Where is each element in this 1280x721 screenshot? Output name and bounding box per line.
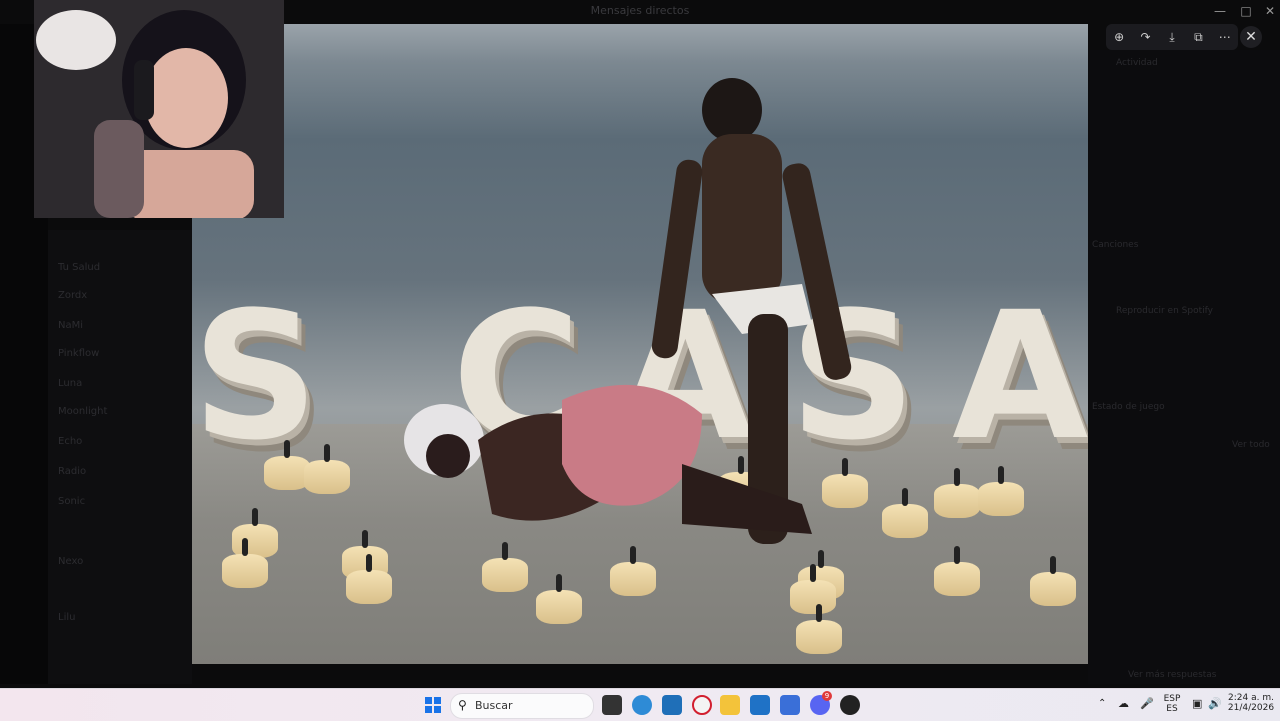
- panel-heading: Actividad: [1116, 58, 1158, 68]
- candle-shape: [222, 538, 268, 588]
- more-icon[interactable]: ⋯: [1216, 28, 1234, 46]
- scene-figures: [404, 78, 852, 544]
- taskbar-search-input[interactable]: ⚲ Buscar: [450, 693, 594, 719]
- webcam-overlay: [34, 0, 284, 218]
- language-top: ESP: [1163, 694, 1181, 704]
- list-item[interactable]: Radio: [58, 466, 178, 480]
- cloud-icon[interactable]: ☁: [1118, 697, 1129, 710]
- file-explorer-icon[interactable]: [602, 695, 622, 715]
- list-item[interactable]: Zordx: [58, 290, 178, 304]
- opera-icon[interactable]: [692, 695, 712, 715]
- list-item[interactable]: Luna: [58, 378, 178, 392]
- list-item[interactable]: Nexo: [58, 556, 178, 570]
- spotify-button[interactable]: Reproducir en Spotify: [1116, 306, 1213, 316]
- candle-shape: [934, 468, 980, 518]
- candle-shape: [796, 604, 842, 654]
- webcam-person-shape: [34, 0, 284, 218]
- candle-shape: [978, 466, 1024, 516]
- see-more-link[interactable]: Ver más respuestas: [1128, 670, 1217, 680]
- search-icon: ⚲: [458, 698, 467, 712]
- activity-panel: [1088, 50, 1280, 684]
- display-icon[interactable]: ▣: [1192, 697, 1202, 710]
- app-icon[interactable]: [780, 695, 800, 715]
- list-item[interactable]: Pinkflow: [58, 348, 178, 362]
- list-item[interactable]: Lilu: [58, 612, 178, 626]
- candle-shape: [304, 444, 350, 494]
- folder-icon[interactable]: [720, 695, 740, 715]
- microphone-icon[interactable]: 🎤: [1140, 697, 1154, 710]
- store-icon[interactable]: [662, 695, 682, 715]
- panel-text: Estado de juego: [1092, 402, 1165, 412]
- outlook-icon[interactable]: [750, 695, 770, 715]
- zoom-in-icon[interactable]: ⊕: [1110, 28, 1128, 46]
- candle-shape: [790, 564, 836, 614]
- viewer-toolbar: ⊕ ↷ ⤓ ⧉ ⋯: [1106, 24, 1238, 50]
- minimize-icon[interactable]: —: [1206, 0, 1234, 22]
- list-item[interactable]: Moonlight: [58, 406, 178, 420]
- candle-shape: [536, 574, 582, 624]
- notification-badge: 9: [822, 691, 832, 701]
- download-icon[interactable]: ⤓: [1163, 28, 1181, 46]
- panel-text: Canciones: [1092, 240, 1139, 250]
- windows-start-icon[interactable]: [425, 697, 441, 713]
- close-viewer-button[interactable]: ✕: [1240, 26, 1262, 48]
- language-indicator[interactable]: ESP ES: [1162, 694, 1182, 714]
- volume-icon[interactable]: 🔊: [1208, 697, 1222, 710]
- edge-browser-icon[interactable]: [632, 695, 652, 715]
- search-placeholder: Buscar: [475, 699, 513, 712]
- clock[interactable]: 2:24 a. m. 21/4/2026: [1226, 693, 1276, 713]
- window-close-icon[interactable]: ✕: [1256, 0, 1280, 22]
- clock-time: 2:24 a. m.: [1228, 693, 1274, 703]
- app-icon[interactable]: [840, 695, 860, 715]
- taskbar: ⚲ Buscar 9 ⌃ ☁ 🎤 ESP ES ▣ 🔊 2:24 a. m. 2…: [0, 688, 1280, 721]
- image-viewer[interactable]: S CASAR: [192, 24, 1088, 664]
- open-external-icon[interactable]: ⧉: [1189, 28, 1207, 46]
- clock-date: 21/4/2026: [1227, 703, 1275, 713]
- candle-shape: [1030, 556, 1076, 606]
- share-icon[interactable]: ↷: [1137, 28, 1155, 46]
- chevron-up-icon[interactable]: ⌃: [1098, 698, 1106, 709]
- candle-shape: [232, 508, 278, 558]
- candle-shape: [934, 546, 980, 596]
- list-item[interactable]: Tu Salud: [58, 262, 178, 276]
- list-item[interactable]: NaMi: [58, 320, 178, 334]
- see-all-link[interactable]: Ver todo: [1232, 440, 1270, 450]
- list-item[interactable]: Sonic: [58, 496, 178, 510]
- list-item[interactable]: Echo: [58, 436, 178, 450]
- language-bottom: ES: [1166, 704, 1178, 714]
